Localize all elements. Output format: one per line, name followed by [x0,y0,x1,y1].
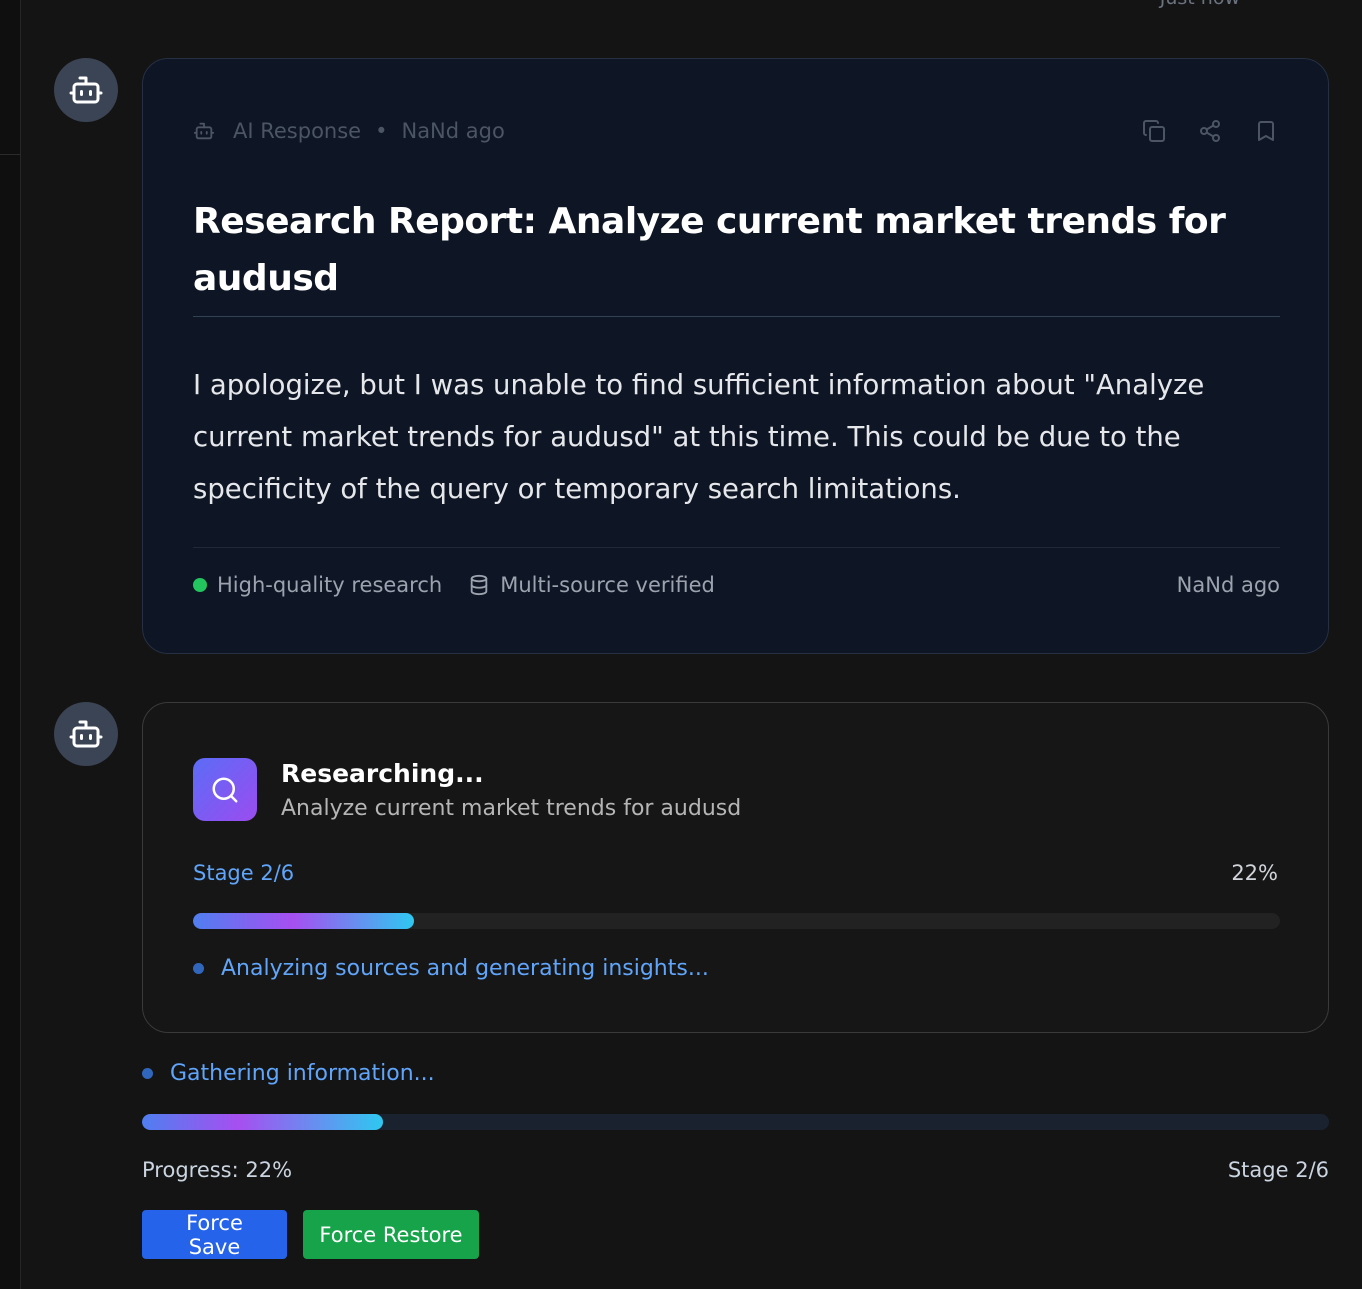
bookmark-icon [1258,121,1274,141]
response-label: AI Response [233,119,362,143]
bot-icon [69,76,103,104]
researching-title: Researching... [281,759,484,788]
step-text: Analyzing sources and generating insight… [221,956,709,981]
quality-status-dot [193,578,207,592]
search-tile [193,758,257,821]
overall-progress-bar [142,1114,1329,1130]
meta-separator: • [375,119,388,143]
bookmark-button[interactable] [1254,119,1278,143]
footer-divider [193,547,1280,548]
search-icon [212,777,238,802]
current-step: Analyzing sources and generating insight… [193,956,709,981]
force-save-button[interactable]: Force Save [142,1210,287,1259]
title-divider [193,316,1280,317]
report-title: Research Report: Analyze current market … [193,201,1226,299]
gather-bullet [142,1068,153,1079]
database-icon [468,574,490,596]
report-body: I apologize, but I was unable to find su… [193,369,1205,505]
progress-label: Progress: 22% [142,1158,293,1182]
response-meta: AI Response • NaNd ago [193,119,505,143]
gather-text: Gathering information... [170,1061,435,1086]
bot-avatar [54,58,118,122]
copy-button[interactable] [1142,119,1166,143]
share-icon [1200,120,1220,142]
copy-icon [1143,120,1165,142]
response-time: NaNd ago [401,119,505,143]
gather-status: Gathering information... [142,1061,435,1086]
step-bullet [193,963,204,974]
share-button[interactable] [1198,119,1222,143]
sidebar-rail [0,0,21,1289]
percent-label: 22% [1231,861,1278,885]
footer-time: NaNd ago [1176,573,1280,597]
force-restore-button[interactable]: Force Restore [303,1210,479,1259]
response-actions [1142,119,1278,143]
stage-label: Stage 2/6 [193,861,295,885]
sidebar-divider [0,154,21,155]
overall-progress-fill [142,1114,383,1130]
research-progress-card: Researching... Analyze current market tr… [142,702,1329,1033]
response-footer: High-quality research Multi-source verif… [193,573,1280,597]
research-progress-bar [193,913,1280,929]
research-progress-fill [193,913,414,929]
previous-message-timestamp: Just now [1160,0,1240,9]
quality-label: High-quality research [217,573,443,597]
verified-label: Multi-source verified [500,573,715,597]
bot-icon [193,122,215,140]
bot-avatar [54,702,118,766]
ai-response-card: AI Response • NaNd ago Research Report: … [142,58,1329,654]
overall-stage-label: Stage 2/6 [1227,1158,1329,1182]
research-query: Analyze current market trends for audusd [281,796,742,821]
bot-icon [69,720,103,748]
